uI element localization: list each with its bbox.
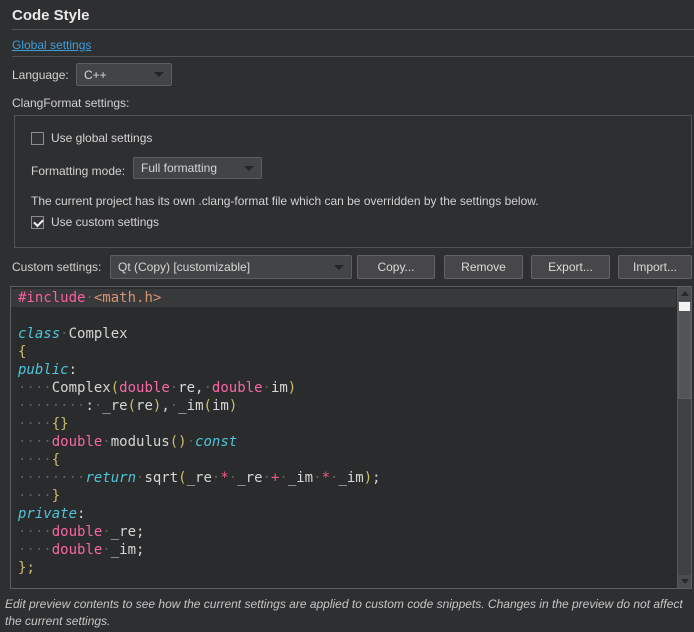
- language-selected-value: C++: [84, 68, 107, 82]
- code-line: #include·<math.h>: [11, 289, 676, 307]
- code-line: };: [11, 559, 676, 577]
- code-line: {: [11, 343, 676, 361]
- import-button[interactable]: Import...: [618, 255, 692, 279]
- cursor-position-marker: [679, 302, 690, 311]
- triangle-down-icon: [681, 579, 689, 584]
- preview-help-note: Edit preview contents to see how the cur…: [5, 596, 689, 630]
- code-line: ····double·modulus()·const: [11, 433, 676, 451]
- custom-settings-label: Custom settings:: [12, 260, 101, 274]
- global-settings-link[interactable]: Global settings: [12, 38, 91, 52]
- code-line: ····Complex(double·re,·double·im): [11, 379, 676, 397]
- clangformat-groupbox: Use global settings Formatting mode: Ful…: [14, 115, 692, 248]
- remove-button[interactable]: Remove: [444, 255, 523, 279]
- code-line: [11, 307, 676, 325]
- code-line: ····double·_re;: [11, 523, 676, 541]
- chevron-down-icon: [244, 166, 254, 171]
- use-custom-settings-checkbox[interactable]: Use custom settings: [31, 215, 159, 229]
- language-select[interactable]: C++: [76, 63, 172, 86]
- use-global-settings-label: Use global settings: [51, 131, 152, 145]
- custom-settings-selected-value: Qt (Copy) [customizable]: [118, 260, 250, 274]
- clang-format-file-info: The current project has its own .clang-f…: [31, 194, 671, 208]
- link-divider: [12, 56, 694, 57]
- custom-settings-select[interactable]: Qt (Copy) [customizable]: [110, 255, 352, 279]
- clangformat-settings-label: ClangFormat settings:: [12, 96, 129, 110]
- vertical-scrollbar[interactable]: [677, 287, 691, 588]
- formatting-mode-selected-value: Full formatting: [141, 161, 217, 175]
- code-line: private:: [11, 505, 676, 523]
- use-custom-settings-label: Use custom settings: [51, 215, 159, 229]
- checkbox-check-icon[interactable]: [31, 216, 44, 229]
- scroll-up-button[interactable]: [678, 287, 691, 300]
- title-divider: [12, 29, 694, 30]
- code-line: public:: [11, 361, 676, 379]
- code-preview-editor[interactable]: #include·<math.h>class·Complex{public:··…: [10, 286, 692, 589]
- code-lines: #include·<math.h>class·Complex{public:··…: [11, 289, 676, 577]
- code-line: ····{: [11, 451, 676, 469]
- code-style-settings-page: Code Style Global settings Language: C++…: [0, 0, 694, 632]
- code-line: ········return·sqrt(_re·*·_re·+·_im·*·_i…: [11, 469, 676, 487]
- checkbox-box-icon[interactable]: [31, 132, 44, 145]
- code-line: ····{}: [11, 415, 676, 433]
- formatting-mode-label: Formatting mode:: [31, 160, 125, 182]
- copy-button[interactable]: Copy...: [357, 255, 435, 279]
- page-title: Code Style: [12, 7, 90, 24]
- code-line: ········:·_re(re),·_im(im): [11, 397, 676, 415]
- export-button[interactable]: Export...: [531, 255, 610, 279]
- scroll-down-button[interactable]: [678, 575, 691, 588]
- chevron-down-icon: [154, 72, 164, 77]
- code-line: ····double·_im;: [11, 541, 676, 559]
- code-line: ····}: [11, 487, 676, 505]
- triangle-up-icon: [681, 291, 689, 296]
- chevron-down-icon: [334, 265, 344, 270]
- formatting-mode-select[interactable]: Full formatting: [133, 157, 262, 179]
- code-line: class·Complex: [11, 325, 676, 343]
- scrollbar-thumb[interactable]: [678, 301, 691, 399]
- use-global-settings-checkbox[interactable]: Use global settings: [31, 131, 152, 145]
- language-label: Language:: [12, 68, 69, 82]
